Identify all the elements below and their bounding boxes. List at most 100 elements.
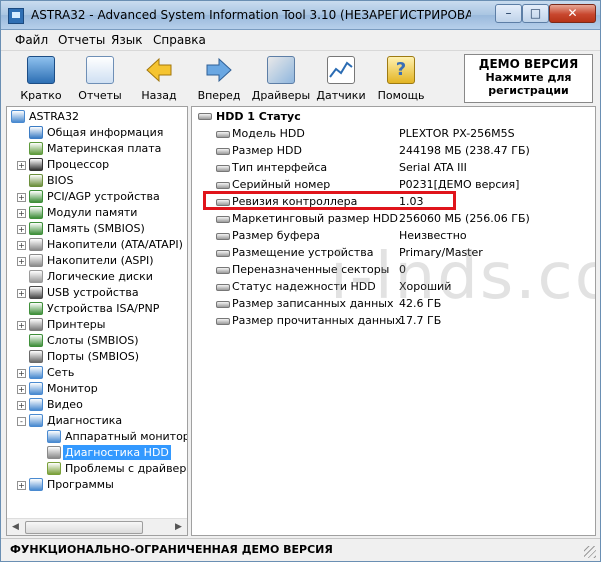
close-button[interactable]: ✕ (549, 4, 596, 23)
hdd-status-title: HDD 1 Статус (216, 110, 301, 123)
window-title: ASTRA32 - Advanced System Information To… (31, 8, 471, 22)
highlight-box (203, 191, 456, 210)
tree-item[interactable]: BIOS (7, 173, 187, 189)
printer-icon (29, 318, 43, 331)
tree-item[interactable]: - Диагностика (7, 413, 187, 429)
tree-item[interactable]: + Сеть (7, 365, 187, 381)
tree-item[interactable]: Порты (SMBIOS) (7, 349, 187, 365)
drivers-icon (267, 56, 295, 84)
port-icon (29, 350, 43, 363)
forward-button[interactable]: Вперед (189, 53, 249, 105)
property-name: Тип интерфейса (232, 161, 328, 174)
menu-help[interactable]: Справка (153, 33, 206, 47)
tree-item[interactable]: + Принтеры (7, 317, 187, 333)
tree-item-label: PCI/AGP устройства (47, 190, 160, 203)
collapse-icon[interactable]: - (17, 417, 26, 426)
status-text: ФУНКЦИОНАЛЬНО-ОГРАНИЧЕННАЯ ДЕМО ВЕРСИЯ (10, 543, 333, 556)
tree-item-label: Слоты (SMBIOS) (47, 334, 139, 347)
hdd-icon (216, 301, 230, 308)
tree-item[interactable]: Общая информация (7, 125, 187, 141)
resize-grip[interactable] (584, 546, 596, 558)
tree-item[interactable]: + Накопители (ASPI) (7, 253, 187, 269)
tree-item[interactable]: + Модули памяти (7, 205, 187, 221)
scroll-left-arrow-icon[interactable]: ◀ (7, 519, 24, 535)
forward-arrow-icon (205, 56, 233, 84)
programs-icon (29, 478, 43, 491)
demo-line3: регистрации (488, 84, 569, 97)
network-icon (29, 366, 43, 379)
property-row[interactable]: Маркетинговый размер HDD 256060 МБ (256.0… (192, 211, 595, 228)
tree-item-label: Программы (47, 478, 114, 491)
expand-icon[interactable]: + (17, 225, 26, 234)
help-label: Помощь (377, 89, 425, 102)
expand-icon[interactable]: + (17, 481, 26, 490)
tree-item[interactable]: + Память (SMBIOS) (7, 221, 187, 237)
expand-icon[interactable]: + (17, 209, 26, 218)
tree-item[interactable]: + Видео (7, 397, 187, 413)
scroll-right-arrow-icon[interactable]: ▶ (170, 519, 187, 535)
tree-item[interactable]: Слоты (SMBIOS) (7, 333, 187, 349)
summary-icon (27, 56, 55, 84)
navigation-tree[interactable]: ASTRA32 Общая информация Материнская плата… (6, 106, 188, 536)
expand-icon[interactable]: + (17, 289, 26, 298)
menu-reports[interactable]: Отчеты (58, 33, 105, 47)
app-window: ASTRA32 - Advanced System Information To… (0, 0, 601, 562)
reports-icon (86, 56, 114, 84)
expand-icon[interactable]: + (17, 321, 26, 330)
reports-button[interactable]: Отчеты (70, 53, 130, 105)
tree-item[interactable]: Материнская плата (7, 141, 187, 157)
scroll-thumb[interactable] (25, 521, 143, 534)
back-arrow-icon (145, 56, 173, 84)
property-value: Serial ATA III (399, 161, 467, 174)
help-button[interactable]: ? Помощь (371, 53, 431, 105)
property-row[interactable]: Модель HDD PLEXTOR PX-256M5S (192, 126, 595, 143)
property-row[interactable]: Тип интерфейса Serial ATA III (192, 160, 595, 177)
tree-item[interactable]: Логические диски (7, 269, 187, 285)
maximize-button[interactable]: □ (522, 4, 549, 23)
tree-horizontal-scrollbar[interactable]: ◀ ▶ (7, 518, 187, 535)
tree-item-label: Общая информация (47, 126, 164, 139)
menu-file[interactable]: Файл (15, 33, 48, 47)
title-bar[interactable]: ASTRA32 - Advanced System Information To… (1, 1, 600, 30)
tree-item[interactable]: Устройства ISA/PNP (7, 301, 187, 317)
back-button[interactable]: Назад (129, 53, 189, 105)
tree-item[interactable]: Проблемы с драйвера (7, 461, 187, 477)
expand-icon[interactable]: + (17, 401, 26, 410)
drivers-label: Драйверы (251, 89, 311, 102)
menu-language[interactable]: Язык (111, 33, 142, 47)
isa-card-icon (29, 302, 43, 315)
sensors-icon (327, 56, 355, 84)
expand-icon[interactable]: + (17, 241, 26, 250)
tree-item[interactable]: + Монитор (7, 381, 187, 397)
expand-icon[interactable]: + (17, 385, 26, 394)
drivers-button[interactable]: Драйверы (251, 53, 311, 105)
usb-icon (29, 286, 43, 299)
tree-item-label: USB устройства (47, 286, 139, 299)
tree-item-label: BIOS (47, 174, 74, 187)
tree-item[interactable]: + PCI/AGP устройства (7, 189, 187, 205)
minimize-button[interactable]: – (495, 4, 522, 23)
expand-icon[interactable]: + (17, 161, 26, 170)
expand-icon[interactable]: + (17, 193, 26, 202)
summary-button[interactable]: Кратко (11, 53, 71, 105)
tree-item-label: Проблемы с драйвера (65, 462, 188, 475)
tree-item[interactable]: Аппаратный монитори (7, 429, 187, 445)
summary-label: Кратко (20, 89, 62, 102)
property-row[interactable]: Размер прочитанных данных 17.7 ГБ (192, 313, 595, 330)
property-value: 17.7 ГБ (399, 314, 442, 327)
expand-icon[interactable]: + (17, 257, 26, 266)
property-row[interactable]: Размер HDD 244198 МБ (238.47 ГБ) (192, 143, 595, 160)
demo-register-button[interactable]: ДЕМО ВЕРСИЯ Нажмите для регистрации (464, 54, 593, 103)
disk-icon (29, 270, 43, 283)
tree-item-label: Видео (47, 398, 83, 411)
tree-item[interactable]: + Программы (7, 477, 187, 493)
tree-item[interactable]: ASTRA32 (7, 109, 187, 125)
tree-item[interactable]: + Накопители (ATA/ATAPI) (7, 237, 187, 253)
reports-label: Отчеты (78, 89, 122, 102)
expand-icon[interactable]: + (17, 369, 26, 378)
tree-item[interactable]: Диагностика HDD (7, 445, 187, 461)
tree-item[interactable]: + USB устройства (7, 285, 187, 301)
tree-item[interactable]: + Процессор (7, 157, 187, 173)
hdd-icon (216, 131, 230, 138)
sensors-button[interactable]: Датчики (311, 53, 371, 105)
